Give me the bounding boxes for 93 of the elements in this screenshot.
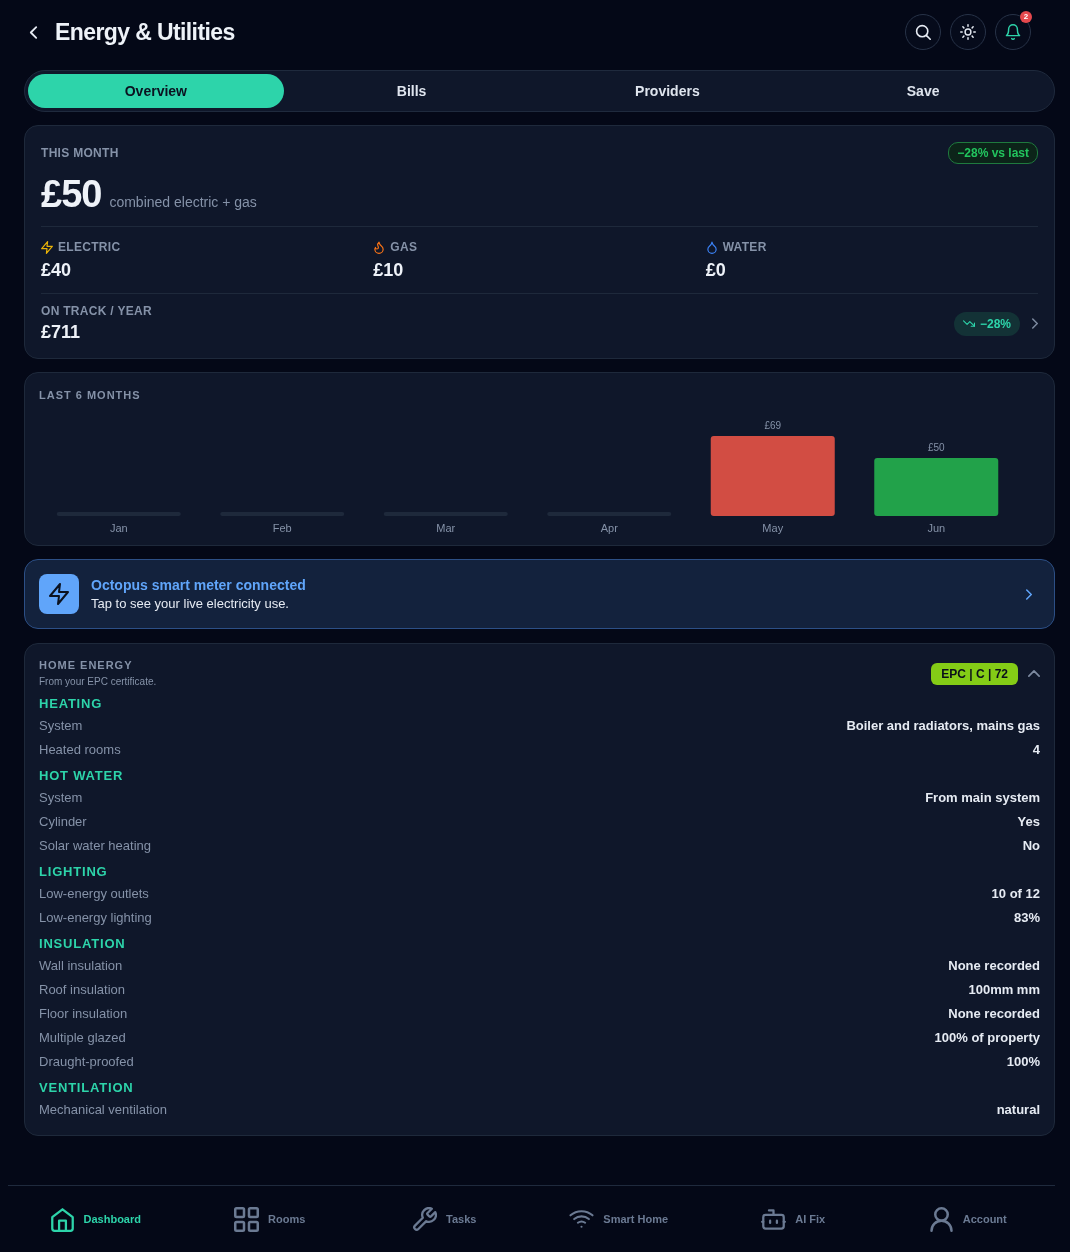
month-label: Mar — [436, 522, 456, 534]
flame-icon — [373, 240, 386, 254]
month-label: Apr — [600, 522, 618, 534]
trend-value: −28% — [979, 316, 1011, 331]
row-label: Draught-proofed — [39, 1053, 134, 1069]
row-label: Floor insulation — [39, 1005, 128, 1021]
chevron-right-icon[interactable] — [1032, 318, 1038, 329]
utility-label: GAS — [390, 240, 418, 254]
bell-icon — [1005, 24, 1021, 40]
house-icon — [49, 1206, 75, 1232]
row-label: System — [39, 717, 83, 733]
chevron-right-icon — [1026, 588, 1032, 600]
row-label: Low-energy lighting — [39, 909, 152, 925]
utility-amount: £10 — [373, 259, 404, 281]
value-label: £69 — [764, 420, 782, 431]
nav-item[interactable]: AI Fix — [706, 1192, 881, 1246]
notification-count-badge: 2 — [1020, 11, 1032, 23]
month-label: Jun — [927, 522, 946, 534]
utility-label: ELECTRIC — [58, 240, 121, 254]
sun-icon — [960, 24, 976, 40]
row-label: Roof insulation — [39, 981, 125, 997]
chart-title: LAST 6 MONTHS — [38, 388, 142, 403]
row-label: System — [39, 789, 83, 805]
back-button[interactable] — [29, 24, 38, 40]
total-amount: £50 — [41, 174, 102, 214]
row-value: From main system — [925, 789, 1040, 805]
total-caption: combined electric + gas — [109, 194, 257, 210]
nav-item[interactable]: Account — [880, 1192, 1055, 1246]
trending-down-icon — [962, 320, 975, 327]
section-label: THIS MONTH — [41, 146, 119, 160]
row-value: Boiler and radiators, mains gas — [846, 717, 1040, 733]
chevron-up-icon — [1028, 670, 1040, 677]
value-label: £50 — [927, 442, 945, 454]
row-value: natural — [996, 1101, 1040, 1117]
tab[interactable]: Overview — [28, 74, 284, 108]
utility-label: WATER — [722, 240, 767, 254]
notifications-button[interactable]: 2 — [995, 14, 1031, 50]
lightning-bolt-icon — [39, 574, 79, 614]
search-icon — [915, 24, 931, 40]
month-label: May — [762, 522, 784, 534]
row-label: Mechanical ventilation — [39, 1101, 167, 1117]
utility-amount: £0 — [705, 259, 726, 281]
month-label: Jan — [109, 522, 128, 534]
section-heading: HEATING — [39, 695, 104, 713]
section-heading: VENTILATION — [39, 1079, 135, 1097]
nav-item[interactable]: Tasks — [357, 1192, 532, 1246]
utility-amount: £40 — [41, 259, 72, 281]
row-value: No — [1022, 837, 1040, 853]
row-label: Solar water heating — [39, 837, 151, 853]
banner-title: Octopus smart meter connected — [91, 577, 306, 593]
person-icon — [928, 1206, 954, 1232]
row-value: 100% — [1006, 1053, 1040, 1069]
row-value: 10 of 12 — [991, 885, 1040, 901]
card-subtitle: From your EPC certificate. — [39, 675, 157, 689]
water-drop-icon — [705, 240, 718, 254]
epc-rating-badge: EPC | C | 72 — [931, 662, 1018, 685]
row-value: 100% of property — [934, 1029, 1040, 1045]
card-title: HOME ENERGY — [39, 658, 133, 672]
row-label: Cylinder — [39, 813, 87, 829]
collapse-button[interactable] — [1028, 670, 1040, 677]
smart-meter-banner[interactable]: Octopus smart meter connected Tap to see your live electricity use. — [24, 559, 1055, 629]
row-label: Heated rooms — [39, 741, 121, 757]
tab[interactable]: Providers — [539, 74, 796, 108]
nav-item[interactable]: Smart Home — [531, 1192, 706, 1246]
month-label: Feb — [272, 522, 292, 534]
section-heading: HOT WATER — [39, 767, 125, 785]
banner-subtitle: Tap to see your live electricity use. — [91, 596, 289, 611]
row-value: 100mm mm — [968, 981, 1040, 997]
row-label: Wall insulation — [39, 957, 123, 973]
nav-item[interactable]: Rooms — [182, 1192, 357, 1246]
tab[interactable]: Bills — [283, 74, 540, 108]
row-value: None recorded — [948, 957, 1040, 973]
tab[interactable]: Save — [795, 74, 1051, 108]
row-label: Multiple glazed — [39, 1029, 126, 1045]
robot-icon — [761, 1206, 787, 1232]
theme-toggle-button[interactable] — [950, 14, 986, 50]
nav-item[interactable]: Dashboard — [8, 1192, 183, 1246]
row-value: 4 — [1032, 741, 1040, 757]
search-button[interactable] — [905, 14, 941, 50]
section-heading: LIGHTING — [39, 863, 109, 881]
on-track-amount: £711 — [41, 321, 81, 343]
row-value: Yes — [1017, 813, 1040, 829]
row-value: 83% — [1013, 909, 1040, 925]
change-badge: −28% vs last — [948, 142, 1038, 164]
grid-icon — [234, 1206, 260, 1232]
wrench-icon — [412, 1206, 438, 1232]
row-value: None recorded — [948, 1005, 1040, 1021]
chevron-left-icon — [29, 24, 38, 40]
lightning-bolt-icon — [41, 240, 53, 254]
page-title: Energy & Utilities — [55, 18, 235, 46]
on-track-label: ON TRACK / YEAR — [41, 304, 152, 318]
row-label: Low-energy outlets — [39, 885, 149, 901]
section-heading: INSULATION — [39, 935, 127, 953]
